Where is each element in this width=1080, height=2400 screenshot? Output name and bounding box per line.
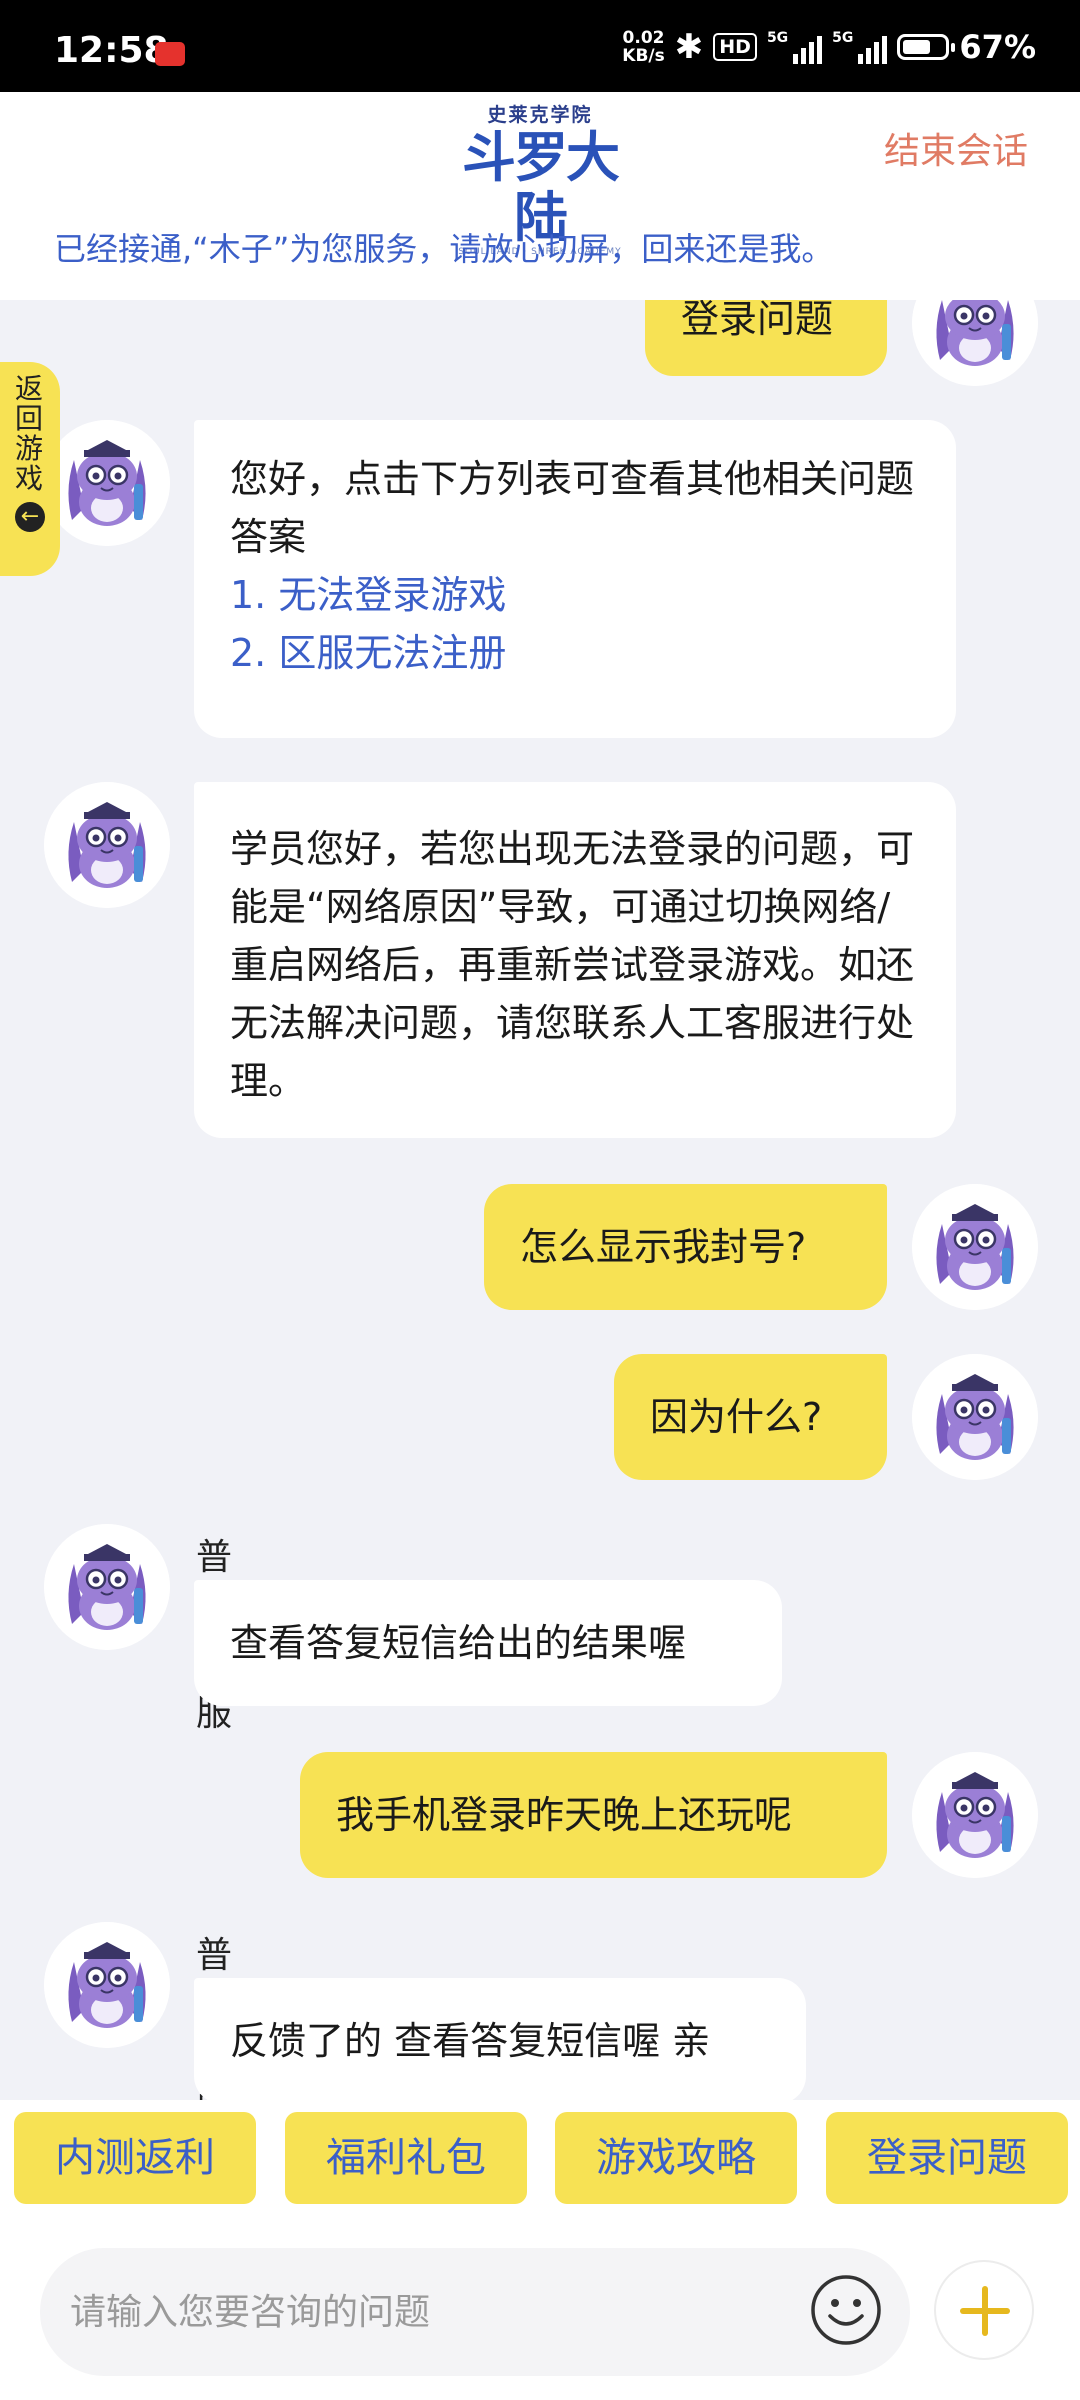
- user-avatar: [912, 300, 1038, 386]
- connection-notice: 已经接通,“木子”为您服务，请放心切屏，回来还是我。: [54, 230, 834, 268]
- network-speed: 0.02 KB/s: [622, 29, 664, 65]
- signal-icon-1: 5G: [766, 30, 823, 64]
- faq-link-register[interactable]: 2. 区服无法注册: [230, 624, 920, 682]
- bot-avatar: [44, 782, 170, 908]
- faq-link-login[interactable]: 1. 无法登录游戏: [230, 566, 920, 624]
- chat-header: 史莱克学院 斗罗大陆 SOUL LAND · SHREK ACADEMY 结束会…: [0, 92, 1080, 300]
- message-bubble: 怎么显示我封号?: [484, 1184, 887, 1310]
- message-input[interactable]: [40, 2248, 910, 2376]
- arrow-left-icon: ←: [15, 502, 45, 532]
- input-bar: [0, 2216, 1080, 2400]
- message-bubble: 您好，点击下方列表可查看其他相关问题答案 1. 无法登录游戏 2. 区服无法注册: [194, 420, 956, 738]
- message-bubble: 反馈了的 查看答复短信喔 亲: [194, 1978, 806, 2100]
- emoji-icon[interactable]: [810, 2274, 882, 2346]
- status-right-group: 0.02 KB/s ✱ HD 5G 5G 67%: [622, 22, 1036, 72]
- quick-reply-login-issue[interactable]: 登录问题: [826, 2112, 1068, 2204]
- network-type-2: 5G: [832, 30, 854, 46]
- quick-reply-game-guide[interactable]: 游戏攻略: [555, 2112, 797, 2204]
- battery-percent: 67%: [959, 28, 1036, 66]
- battery-level: [903, 40, 931, 54]
- user-avatar: [912, 1184, 1038, 1310]
- bot-avatar: [44, 1922, 170, 2048]
- quick-reply-gift-pack[interactable]: 福利礼包: [285, 2112, 527, 2204]
- hd-voice-badge: HD: [713, 33, 757, 61]
- quick-reply-bar: 内测返利 福利礼包 游戏攻略 登录问题: [0, 2100, 1080, 2216]
- status-bar: 12:58 0.02 KB/s ✱ HD 5G 5G 67%: [0, 0, 1080, 92]
- message-bubble: 因为什么?: [614, 1354, 887, 1480]
- message-bubble: 学员您好，若您出现无法登录的问题，可能是“网络原因”导致，可通过切换网络/重启网…: [194, 782, 956, 1138]
- game-logo: 史莱克学院 斗罗大陆 SOUL LAND · SHREK ACADEMY: [440, 100, 640, 257]
- message-bubble: 查看答复短信给出的结果喔: [194, 1580, 782, 1706]
- plus-icon[interactable]: [934, 2260, 1034, 2360]
- network-speed-unit: KB/s: [622, 46, 665, 66]
- bot-avatar: [44, 420, 170, 546]
- end-session-button[interactable]: 结束会话: [884, 122, 1028, 174]
- bot-avatar: [44, 1524, 170, 1650]
- message-bubble: 我手机登录昨天晚上还玩呢: [300, 1752, 887, 1878]
- network-speed-value: 0.02: [622, 28, 665, 48]
- return-to-game-label: 返回游戏: [15, 372, 44, 495]
- network-type-1: 5G: [766, 30, 789, 46]
- message-text: 您好，点击下方列表可查看其他相关问题答案: [230, 457, 915, 559]
- bluetooth-icon: ✱: [674, 27, 704, 67]
- return-to-game-button[interactable]: 返回游戏 ←: [0, 362, 60, 576]
- user-avatar: [912, 1752, 1038, 1878]
- status-time: 12:58: [54, 30, 169, 71]
- user-avatar: [912, 1354, 1038, 1480]
- notification-app-icon: [155, 42, 185, 66]
- logo-subtitle: 史莱克学院: [487, 104, 593, 126]
- chat-area[interactable]: 登录问题 您好，点击下方列表可查看其他相关问题答案 1. 无法登录游戏 2. 区…: [0, 300, 1080, 2100]
- signal-icon-2: 5G: [832, 30, 888, 64]
- quick-reply-beta-rebate[interactable]: 内测返利: [14, 2112, 256, 2204]
- message-bubble: 登录问题: [645, 300, 887, 376]
- battery-icon: [897, 34, 956, 60]
